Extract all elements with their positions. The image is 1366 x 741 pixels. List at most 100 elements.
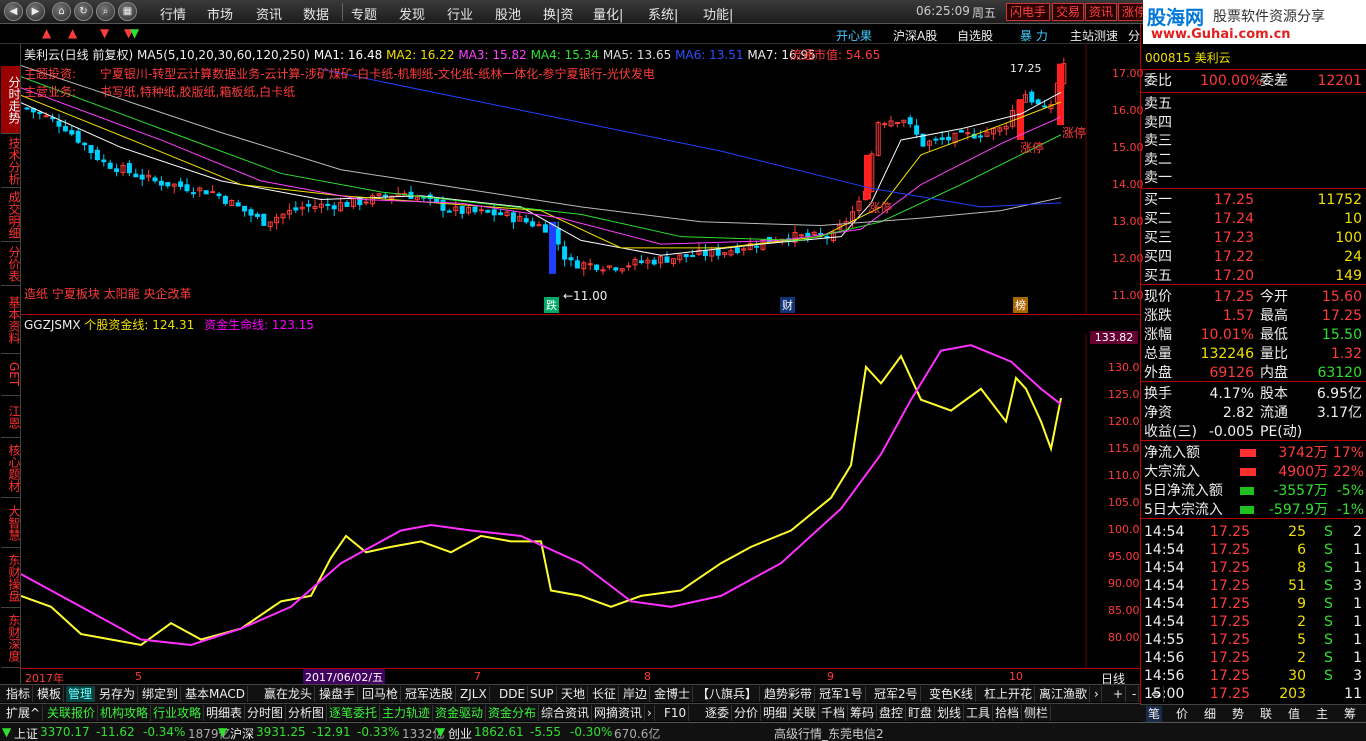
toolbar-button[interactable]: ZJLX xyxy=(458,686,490,702)
toolbar-button[interactable]: + xyxy=(1111,686,1127,702)
toolbar-button[interactable]: 逐委 xyxy=(703,705,733,721)
toolbar-button[interactable]: 关联 xyxy=(790,705,820,721)
quote-tab[interactable]: 筹 xyxy=(1342,706,1358,722)
toolbar-button[interactable]: 资金分布 xyxy=(486,705,540,721)
toolbar-button[interactable]: F10 xyxy=(662,705,690,721)
up-arrow-icon[interactable]: ▲ xyxy=(68,26,77,40)
toolbar-button[interactable]: 资金驱动 xyxy=(433,705,487,721)
toolbar-button[interactable]: 另存为 xyxy=(97,686,139,702)
toolbar-button[interactable]: 冠军选股 xyxy=(403,686,457,702)
tab-get[interactable]: GET xyxy=(1,354,21,396)
toolbar-button[interactable]: 工具 xyxy=(964,705,994,721)
toolbar-button[interactable]: 趋势彩带 xyxy=(762,686,816,702)
menu-gongneng[interactable]: 功能| xyxy=(703,4,733,23)
toolbar-button[interactable]: 模板 xyxy=(35,686,65,702)
tab-fundamentals[interactable]: 基本资料 xyxy=(1,286,21,354)
home-icon[interactable]: ⌂ xyxy=(52,2,71,21)
event-mark-list[interactable]: 榜 xyxy=(1013,297,1028,313)
toolbar-button[interactable]: 操盘手 xyxy=(317,686,359,702)
toolbar-button[interactable]: - xyxy=(1130,686,1140,702)
toolbar-button[interactable]: 岸边 xyxy=(621,686,651,702)
tab-dzh[interactable]: 大智慧 xyxy=(1,498,21,548)
menu-zixun[interactable]: 资讯 xyxy=(256,4,282,23)
quote-tab[interactable]: 主 xyxy=(1314,706,1330,722)
toolbar-button[interactable]: 金博士 xyxy=(652,686,694,702)
toolbar-button[interactable]: 关联报价 xyxy=(45,705,99,721)
toolbar-button[interactable]: 分价 xyxy=(732,705,762,721)
menu-shuju[interactable]: 数据 xyxy=(303,4,329,23)
menu-huanzi[interactable]: 换|资 xyxy=(543,4,573,23)
refresh-icon[interactable]: ↻ xyxy=(74,2,93,21)
toolbar-button[interactable]: 杠上开花 xyxy=(982,686,1036,702)
tab-more[interactable]: 分 xyxy=(1128,27,1140,44)
toolbar-button[interactable]: 冠军2号 xyxy=(872,686,921,702)
index-hs-name[interactable]: 沪深 xyxy=(230,725,254,741)
tab-themes[interactable]: 核心题材 xyxy=(1,438,21,498)
indicator-chart[interactable] xyxy=(21,334,1140,668)
tab-dongcai-trade[interactable]: 东财操盘 xyxy=(1,548,21,608)
toolbar-button[interactable]: 管理 xyxy=(66,686,96,702)
toolbar-button[interactable]: 明细表 xyxy=(204,705,246,721)
tab-trades[interactable]: 成交明细 xyxy=(1,188,21,242)
toolbar-button[interactable]: 离江渔歌 xyxy=(1037,686,1091,702)
down-arrow-icon[interactable]: ▼ xyxy=(130,26,139,40)
index-cy-name[interactable]: 创业 xyxy=(448,725,472,741)
tag-trade[interactable]: 交易 xyxy=(1052,3,1085,21)
search-icon[interactable]: ⌕ xyxy=(96,2,115,21)
toolbar-button[interactable]: ⇔ xyxy=(1149,686,1165,702)
forward-icon[interactable]: ▶ xyxy=(26,2,45,21)
tab-technical[interactable]: 技术分析 xyxy=(1,134,21,188)
toolbar-button[interactable]: 基本MACD xyxy=(183,686,248,702)
toolbar-button[interactable]: › xyxy=(1092,686,1102,702)
event-mark-finance[interactable]: 财 xyxy=(780,297,795,313)
toolbar-button[interactable]: 盯盘 xyxy=(906,705,936,721)
tag-news[interactable]: 资讯 xyxy=(1085,3,1118,21)
tag-lightning-trade[interactable]: 闪电手 xyxy=(1006,3,1051,21)
quote-tab[interactable]: 值 xyxy=(1286,706,1302,722)
quote-tab[interactable]: 势 xyxy=(1230,706,1246,722)
menu-shichang[interactable]: 市场 xyxy=(207,4,233,23)
tab-baoli[interactable]: 暴 力 xyxy=(1020,27,1048,44)
menu-xitong[interactable]: 系统| xyxy=(648,4,678,23)
toolbar-button[interactable]: 分时图 xyxy=(245,705,287,721)
menu-lianghua[interactable]: 量化| xyxy=(593,4,623,23)
quote-tab[interactable]: 细 xyxy=(1202,706,1218,722)
toolbar-button[interactable]: 拾档 xyxy=(993,705,1023,721)
tab-price-table[interactable]: 分价表 xyxy=(1,242,21,286)
event-mark-drop[interactable]: 跌 xyxy=(544,297,559,313)
tab-speedtest[interactable]: 主站测速 xyxy=(1070,27,1118,44)
tab-dongcai-depth[interactable]: 东财深度 xyxy=(1,608,21,668)
toolbar-button[interactable]: 扩展^ xyxy=(4,705,44,721)
feed-source[interactable]: 高级行情_东莞电信2 xyxy=(774,725,884,741)
toolbar-button[interactable]: 筹码 xyxy=(848,705,878,721)
toolbar-button[interactable]: 赢在龙头 xyxy=(262,686,316,702)
index-sh-name[interactable]: 上证 xyxy=(14,725,38,741)
toolbar-button[interactable]: 变色K线 xyxy=(927,686,976,702)
toolbar-button[interactable]: 分析图 xyxy=(286,705,328,721)
quote-tab[interactable]: 笔 xyxy=(1146,706,1163,722)
toolbar-button[interactable]: 盘控 xyxy=(877,705,907,721)
menu-hangye[interactable]: 行业 xyxy=(447,4,473,23)
menu-faxian[interactable]: 发现 xyxy=(399,4,425,23)
toolbar-button[interactable]: 划线 xyxy=(935,705,965,721)
toolbar-button[interactable]: 绑定到 xyxy=(140,686,182,702)
tab-hushen-a[interactable]: 沪深A股 xyxy=(893,27,937,44)
toolbar-button[interactable]: SUP xyxy=(528,686,557,702)
toolbar-button[interactable]: 指标 xyxy=(4,686,34,702)
tab-kaixinguo[interactable]: 开心果 xyxy=(836,27,872,44)
back-icon[interactable]: ◀ xyxy=(4,2,23,21)
toolbar-button[interactable]: DDE xyxy=(497,686,529,702)
toolbar-button[interactable]: 侧栏 xyxy=(1022,705,1052,721)
toolbar-button[interactable]: 综合资讯 xyxy=(539,705,593,721)
toolbar-button[interactable]: 长征 xyxy=(590,686,620,702)
down-arrow-icon[interactable]: ▼ xyxy=(100,26,109,40)
quote-tab[interactable]: 价 xyxy=(1174,706,1190,722)
toolbar-button[interactable]: 明细 xyxy=(761,705,791,721)
toolbar-button[interactable]: 天地 xyxy=(559,686,589,702)
toolbar-button[interactable]: › xyxy=(645,705,655,721)
up-arrow-icon[interactable]: ▲ xyxy=(42,26,51,40)
toolbar-button[interactable]: 千档 xyxy=(819,705,849,721)
toolbar-button[interactable]: 逐笔委托 xyxy=(327,705,381,721)
toolbar-button[interactable]: 网摘资讯 xyxy=(592,705,646,721)
toolbar-button[interactable]: 机构攻略 xyxy=(98,705,152,721)
